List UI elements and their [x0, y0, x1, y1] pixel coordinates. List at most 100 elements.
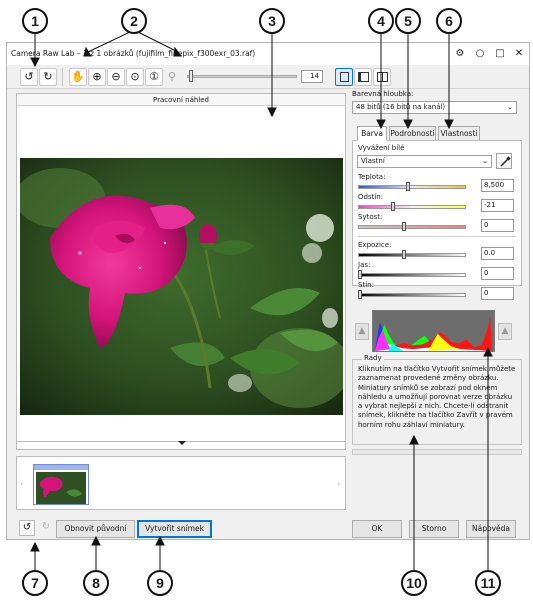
compare-view-divider: [382, 72, 383, 82]
zoom-fit-button[interactable]: ⊙: [126, 68, 144, 86]
cancel-label: Storno: [421, 524, 447, 533]
minimize-circle-icon[interactable]: ○: [473, 47, 487, 61]
slider-thumb[interactable]: [402, 250, 406, 259]
slider-label: Odstín:: [358, 193, 384, 201]
rotate-right-button[interactable]: ↻: [39, 68, 57, 86]
zoom-tool-icon: ⚲: [167, 70, 177, 83]
maximize-button[interactable]: □: [493, 47, 507, 61]
zoom-out-button[interactable]: ⊖: [107, 68, 125, 86]
pan-tool-button[interactable]: ✋: [69, 68, 87, 86]
rose-photo[interactable]: [20, 158, 343, 415]
zoom-in-button[interactable]: ⊕: [88, 68, 106, 86]
rotate-left-button[interactable]: ↺: [20, 68, 38, 86]
callout-7: 7: [22, 570, 48, 596]
slider-track[interactable]: [358, 205, 466, 209]
undo-button[interactable]: ↺: [19, 520, 35, 536]
slider-thumb[interactable]: [358, 270, 362, 279]
white-balance-select[interactable]: Vlastní ⌄: [357, 155, 492, 168]
hints-resize-bar[interactable]: [352, 449, 522, 455]
compare-view-button[interactable]: [373, 68, 391, 86]
slider-thumb[interactable]: [391, 202, 395, 211]
preview-header-label: Pracovní náhled: [152, 96, 209, 104]
tab-details-label: Podrobnosti: [390, 129, 435, 138]
split-view-button[interactable]: [354, 68, 372, 86]
zoom-100-button[interactable]: ①: [145, 68, 163, 86]
slider-label: Jas:: [358, 261, 371, 269]
scroll-left-icon[interactable]: ‹: [20, 479, 23, 488]
slider-value-field[interactable]: 8,500: [481, 179, 514, 192]
single-view-button[interactable]: [335, 68, 353, 86]
white-balance-label: Vyvážení bílé: [358, 144, 405, 152]
color-depth-select[interactable]: 48 bitů (16 bitů na kanál) ⌄: [352, 101, 517, 114]
help-button[interactable]: Nápověda: [466, 520, 516, 538]
settings-gear-icon[interactable]: ⚙: [453, 47, 467, 61]
slider-value-field[interactable]: 0: [481, 219, 514, 232]
histogram: [372, 310, 495, 352]
highlight-clip-warning-button[interactable]: ▲: [498, 323, 512, 340]
close-button[interactable]: ✕: [512, 47, 526, 61]
reset-original-button[interactable]: Obnovit původní: [56, 520, 135, 538]
hints-title: Rady: [362, 354, 384, 363]
slider-label: Teplota:: [358, 173, 386, 181]
slider-track[interactable]: [358, 293, 466, 297]
slider-group-separator: [358, 236, 516, 237]
callout-6: 6: [436, 8, 462, 34]
callout-8: 8: [83, 570, 109, 596]
window-title: Camera Raw Lab – 1 z 1 obrázků (fujifilm…: [11, 49, 256, 58]
slider-value-field[interactable]: -21: [481, 199, 514, 212]
eyedropper-icon: [500, 156, 511, 167]
scroll-right-icon[interactable]: ›: [337, 479, 340, 488]
eyedropper-button[interactable]: [496, 153, 512, 169]
zoom-value-field[interactable]: 14: [301, 70, 323, 83]
slider-value-field[interactable]: 0: [481, 287, 514, 300]
callout-10: 10: [401, 570, 427, 596]
slider-label: Expozice:: [358, 241, 392, 249]
callout-5: 5: [395, 8, 421, 34]
callout-9: 9: [147, 570, 173, 596]
zoom-slider-thumb[interactable]: [189, 70, 193, 82]
title-bar: Camera Raw Lab – 1 z 1 obrázků (fujifilm…: [7, 43, 529, 65]
white-balance-value: Vlastní: [361, 157, 385, 165]
chevron-down-icon: ⌄: [507, 103, 513, 111]
shadow-clip-warning-button[interactable]: ▲: [355, 323, 369, 340]
camera-raw-window: Camera Raw Lab – 1 z 1 obrázků (fujifilm…: [6, 42, 530, 540]
slider-track[interactable]: [358, 273, 466, 277]
snapshot-thumbnail[interactable]: [33, 464, 89, 505]
callout-2: 2: [121, 8, 147, 34]
color-depth-label: Barevná hloubka:: [352, 90, 414, 98]
reset-original-label: Obnovit původní: [64, 524, 127, 533]
ok-button[interactable]: OK: [352, 520, 402, 538]
snapshot-thumbnail-header: [34, 465, 88, 470]
split-view-icon: [358, 72, 369, 82]
chevron-down-icon: ⌄: [482, 157, 488, 165]
create-snapshot-button[interactable]: Vytvořit snímek: [137, 520, 212, 538]
slider-thumb[interactable]: [406, 182, 410, 191]
tab-properties-label: Vlastnosti: [440, 129, 478, 138]
snapshot-strip: ‹ ›: [16, 456, 346, 510]
snapshot-thumbnail-image: [36, 472, 86, 504]
slider-thumb[interactable]: [402, 222, 406, 231]
tab-properties[interactable]: Vlastnosti: [438, 126, 480, 141]
ok-label: OK: [371, 524, 383, 533]
slider-value-field[interactable]: 0.0: [481, 247, 514, 260]
slider-label: Stín:: [358, 281, 374, 289]
slider-track[interactable]: [358, 185, 466, 189]
preview-panel: Pracovní náhled: [16, 93, 346, 450]
help-label: Nápověda: [472, 524, 510, 533]
callout-1: 1: [22, 8, 48, 34]
slider-value-field[interactable]: 0: [481, 267, 514, 280]
preview-header: Pracovní náhled: [17, 94, 345, 106]
zoom-slider-track[interactable]: [187, 75, 297, 78]
callout-4: 4: [368, 8, 394, 34]
slider-track[interactable]: [358, 253, 466, 257]
create-snapshot-label: Vytvořit snímek: [145, 524, 204, 533]
slider-thumb[interactable]: [358, 290, 362, 299]
redo-button[interactable]: ↻: [38, 520, 54, 536]
color-depth-value: 48 bitů (16 bitů na kanál): [356, 103, 446, 111]
slider-track[interactable]: [358, 225, 466, 229]
slider-label: Sytost:: [358, 213, 383, 221]
cancel-button[interactable]: Storno: [409, 520, 459, 538]
tab-details[interactable]: Podrobnosti: [389, 126, 436, 141]
tab-color[interactable]: Barva: [357, 126, 387, 141]
expand-arrow-icon[interactable]: [178, 441, 186, 445]
